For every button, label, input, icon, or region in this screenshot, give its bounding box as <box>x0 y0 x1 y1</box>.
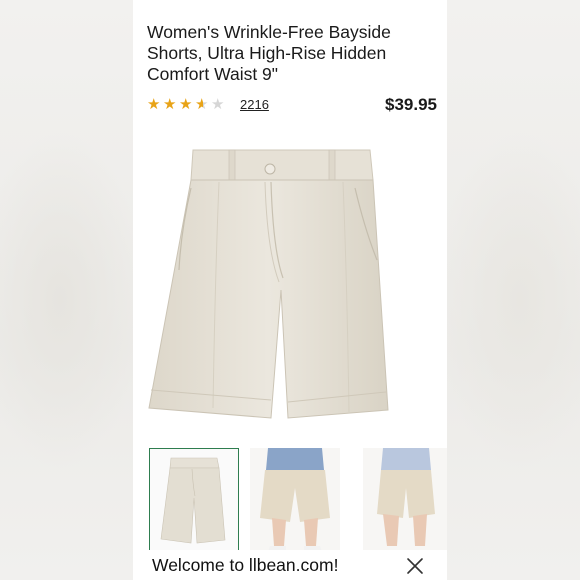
product-page: Women's Wrinkle-Free Bayside Shorts, Ult… <box>133 0 447 580</box>
review-count-link[interactable]: 2216 <box>240 97 269 113</box>
thumbnail-model-back[interactable] <box>363 448 447 552</box>
half-star-icon: ★ <box>195 95 211 115</box>
close-icon[interactable] <box>405 556 425 576</box>
star-icon: ★ <box>179 96 193 113</box>
thumbnail-strip <box>147 448 447 554</box>
product-hero-image[interactable] <box>133 140 447 430</box>
welcome-banner: Welcome to llbean.com! <box>133 550 447 580</box>
empty-star-icon: ★ <box>211 96 225 113</box>
rating-row: ★ ★ ★ ★ ★ 2216 $39.95 <box>147 95 437 115</box>
thumbnail-model-front[interactable] <box>250 448 340 552</box>
star-icon: ★ <box>147 96 161 113</box>
welcome-text: Welcome to llbean.com! <box>152 555 339 575</box>
product-price: $39.95 <box>385 95 437 114</box>
star-icon: ★ <box>163 96 177 113</box>
star-rating[interactable]: ★ ★ ★ ★ ★ <box>147 95 227 115</box>
product-title: Women's Wrinkle-Free Bayside Shorts, Ult… <box>147 22 391 84</box>
thumbnail-shorts-flat[interactable] <box>149 448 239 552</box>
